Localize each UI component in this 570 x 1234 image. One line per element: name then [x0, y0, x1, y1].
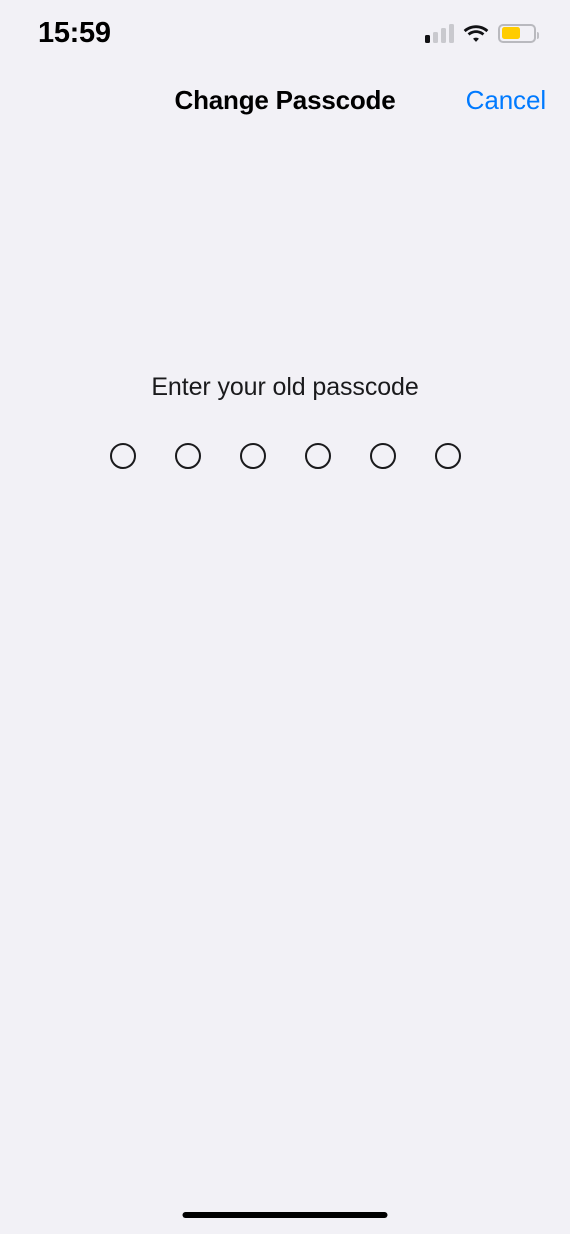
passcode-entry-area: Enter your old passcode	[0, 370, 570, 469]
passcode-dot	[174, 443, 201, 469]
passcode-dot	[304, 443, 331, 469]
passcode-dot	[239, 443, 266, 469]
navigation-bar: Change Passcode Cancel	[0, 62, 570, 138]
home-indicator[interactable]	[182, 1212, 388, 1218]
passcode-dot	[434, 443, 461, 469]
cancel-button[interactable]: Cancel	[466, 83, 546, 117]
battery-icon	[498, 23, 539, 43]
status-bar-time: 15:59	[38, 16, 111, 49]
change-passcode-screen: 15:59 Change Passcode Cancel Enter your …	[0, 0, 570, 1234]
battery-fill	[501, 27, 521, 39]
cellular-signal-icon	[425, 23, 454, 43]
passcode-dot	[109, 443, 136, 469]
status-bar: 15:59	[0, 0, 570, 62]
wifi-icon	[463, 24, 489, 42]
passcode-dots[interactable]	[0, 443, 570, 469]
passcode-prompt: Enter your old passcode	[151, 373, 419, 401]
status-bar-icons	[425, 23, 539, 43]
battery-cap	[536, 31, 539, 39]
passcode-dot	[369, 443, 396, 469]
